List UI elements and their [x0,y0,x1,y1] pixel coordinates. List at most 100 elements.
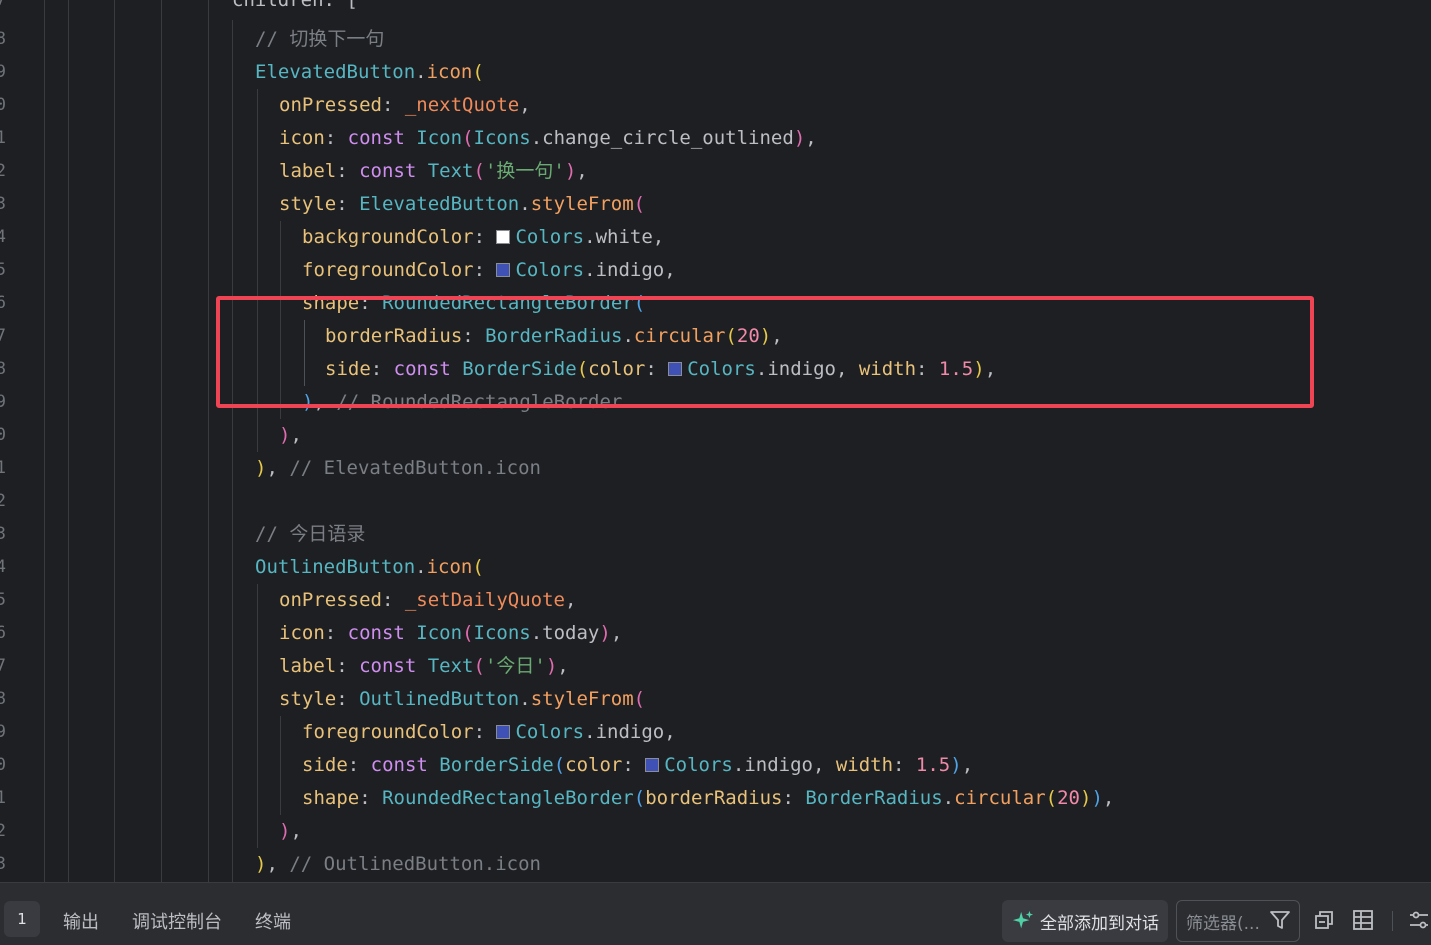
code-text: onPressed: _setDailyQuote, [279,584,576,617]
color-swatch-icon[interactable] [645,758,660,772]
code-line[interactable]: 4 backgroundColor: Colors.white, [0,221,1431,254]
code-line[interactable]: 3 style: ElevatedButton.styleFrom( [0,188,1431,221]
code-token: ) [950,754,962,776]
add-all-to-chat-button[interactable]: 全部添加到对话 [1002,900,1168,942]
code-line[interactable]: 9 foregroundColor: Colors.indigo, [0,716,1431,749]
code-token: ) [279,820,291,842]
line-number: 8 [0,689,6,709]
code-text: icon: const Icon(Icons.change_circle_out… [279,122,817,155]
code-token: , [576,160,588,182]
code-token: ( [462,622,474,644]
code-token: .indigo, [732,754,836,776]
code-line[interactable]: 3), // OutlinedButton.icon [0,848,1431,881]
code-token: ( [472,61,484,83]
code-editor[interactable]: 7 children: [ 8// 切换下一句 9 ElevatedButton.ico… [0,0,1431,882]
code-line[interactable]: 1 icon: const Icon(Icons.change_circle_ou… [0,122,1431,155]
filter-funnel-icon[interactable] [1268,908,1292,932]
line-number: 1 [0,458,6,478]
code-token: . [415,556,427,578]
tab-terminal[interactable]: 终端 [255,908,291,934]
code-line[interactable]: 4 OutlinedButton.icon( [0,551,1431,584]
code-text: ), [279,419,302,452]
code-line[interactable]: 7 children: [ [0,0,1431,17]
problems-count-badge[interactable]: 1 [4,901,40,937]
code-token: : [370,358,394,380]
code-line[interactable]: 3 // 今日语录 [0,518,1431,551]
code-line[interactable]: 6 icon: const Icon(Icons.today), [0,617,1431,650]
code-token: BorderSide [439,754,554,776]
settings-sliders-icon[interactable] [1407,908,1431,932]
code-token: const [359,655,428,677]
code-token: ( [576,358,589,380]
code-token: ( [462,127,474,149]
code-token: : [916,358,939,380]
code-token: style [279,688,337,710]
code-token: foregroundColor [302,259,474,281]
line-number: 1 [0,788,6,808]
code-line[interactable]: 8 side: const BorderSide(color: Colors.in… [0,353,1431,386]
code-line[interactable]: 0 side: const BorderSide(color: Colors.in… [0,749,1431,782]
code-line[interactable]: 5 onPressed: _setDailyQuote, [0,584,1431,617]
code-line[interactable]: 0 onPressed: _nextQuote, [0,89,1431,122]
code-token: shape [302,292,360,314]
add-all-label: 全部添加到对话 [1040,913,1159,934]
code-line[interactable]: 8 // 切换下一句 [0,23,1431,56]
code-token: : [347,754,371,776]
code-token: . [622,325,634,347]
code-line[interactable]: 8 style: OutlinedButton.styleFrom( [0,683,1431,716]
color-swatch-icon[interactable] [668,362,683,376]
code-token: _setDailyQuote [404,589,565,611]
code-line[interactable]: 6 shape: RoundedRectangleBorder( [0,287,1431,320]
code-token: . [942,787,955,809]
code-token: BorderSide [462,358,577,380]
code-token: .white, [584,226,665,248]
code-token: , [565,589,577,611]
code-token: , [266,853,290,875]
tab-output[interactable]: 输出 [63,908,99,934]
code-line[interactable]: 0), [0,419,1431,452]
code-token: .change_circle_outlined [530,127,794,149]
color-swatch-icon[interactable] [496,263,511,277]
code-token: : [324,622,348,644]
code-token: : [336,160,360,182]
code-token: ) [759,325,772,347]
code-line[interactable]: 2 label: const Text('换一句'), [0,155,1431,188]
line-number: 2 [0,491,6,511]
code-line[interactable]: 1 shape: RoundedRectangleBorder(borderRad… [0,782,1431,815]
code-line[interactable]: 7 borderRadius: BorderRadius.circular(20)… [0,320,1431,353]
code-line[interactable]: 9 ElevatedButton.icon( [0,56,1431,89]
code-token: ( [633,193,646,215]
code-token: : [473,721,497,743]
code-line[interactable]: 1), // ElevatedButton.icon [0,452,1431,485]
line-number: 4 [0,227,6,247]
table-view-icon[interactable] [1351,908,1375,932]
collapse-all-icon[interactable] [1312,908,1336,932]
code-token: .indigo, [584,721,676,743]
code-token: shape [302,787,360,809]
code-token: icon [279,127,325,149]
sparkle-icon [1012,910,1034,929]
code-line[interactable]: 9), // RoundedRectangleBorder [0,386,1431,419]
code-token: .today [530,622,600,644]
code-token: RoundedRectangleBorder [382,292,634,314]
line-number: 2 [0,161,6,181]
code-line[interactable]: 2), [0,815,1431,848]
code-line[interactable]: 5 foregroundColor: Colors.indigo, [0,254,1431,287]
code-line[interactable]: 2 [0,485,1431,518]
code-token: const [393,358,463,380]
code-text: foregroundColor: Colors.indigo, [302,254,676,287]
code-text: onPressed: _nextQuote, [279,89,531,122]
tab-debug-console[interactable]: 调试控制台 [132,908,222,934]
code-line[interactable]: 7 label: const Text('今日'), [0,650,1431,683]
bottom-panel-bar: 1 输出 调试控制台 终端 全部添加到对话 筛选器(... [0,882,1431,945]
code-text: foregroundColor: Colors.indigo, [302,716,676,749]
code-token: styleFrom [530,688,634,710]
code-token: , [557,655,569,677]
line-number: 1 [0,128,6,148]
line-number: 0 [0,95,6,115]
code-token: ) [793,127,806,149]
color-swatch-icon[interactable] [496,230,511,244]
code-token: Text [427,655,474,677]
code-token: Icon [416,622,463,644]
color-swatch-icon[interactable] [496,725,511,739]
